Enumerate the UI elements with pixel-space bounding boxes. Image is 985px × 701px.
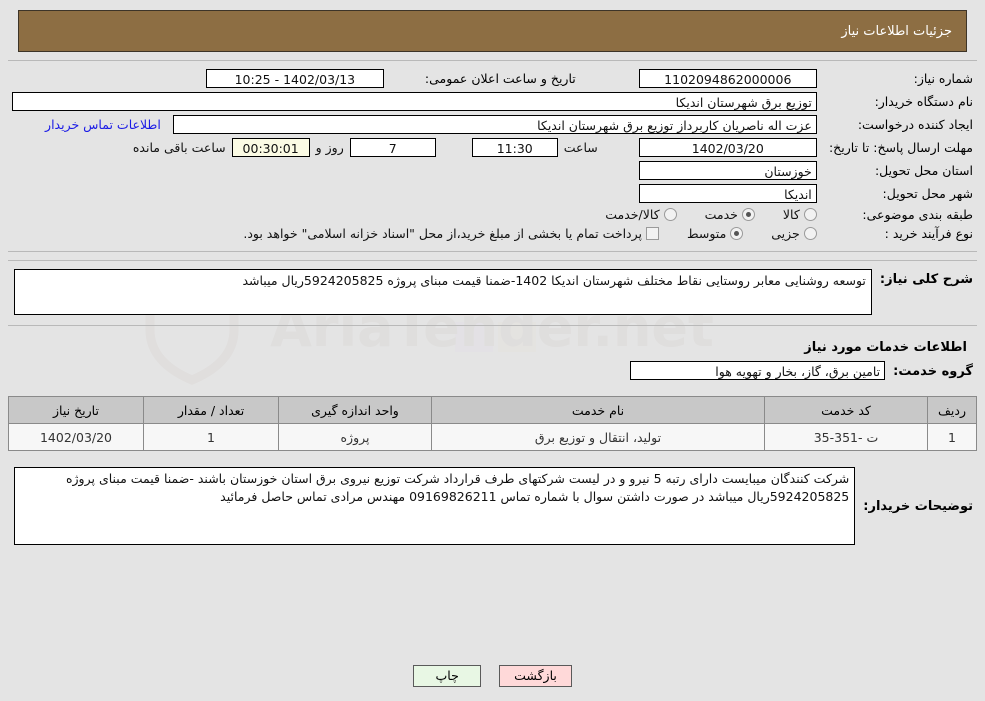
row-requester: ایجاد کننده درخواست: عزت اله ناصریان کار… [8,113,977,136]
row-category: طبقه بندی موضوعی: کالا خدمت کالا/خدمت [8,205,977,224]
category-radio-group: کالا خدمت کالا/خدمت [12,207,817,222]
deadline-label: مهلت ارسال پاسخ: تا تاریخ: [828,139,973,155]
back-button[interactable]: بازگشت [499,665,572,687]
radio-khedmat-icon[interactable] [741,208,755,221]
row-city: شهر محل تحویل: اندیکا [8,182,977,205]
province-value[interactable]: خوزستان [638,161,817,180]
window-titlebar: جزئیات اطلاعات نیاز [18,10,967,52]
category-option-kala-khedmat-label: کالا/خدمت [605,207,660,222]
deadline-countdown-group: ساعت 11:30 7 روز و 00:30:01 ساعت باقی ما… [12,138,598,157]
need-number-value[interactable]: 1102094862000006 [638,69,817,88]
button-bar: بازگشت چاپ [0,665,985,687]
deadline-date-value[interactable]: 1402/03/20 [638,138,817,157]
table-row[interactable]: 1 ت -351-35 تولید، انتقال و توزیع برق پر… [8,423,977,451]
row-service-group: گروه خدمت: تامین برق، گاز، بخار و تهویه … [8,359,977,382]
treasury-checkbox-group[interactable]: پرداخت تمام یا بخشی از مبلغ خرید،از محل … [243,226,659,241]
process-option-motavaset[interactable]: متوسط [687,226,744,241]
radio-kala-khedmat-icon[interactable] [663,208,677,221]
cell-date: 1402/03/20 [8,423,144,451]
category-option-khedmat[interactable]: خدمت [705,207,755,222]
row-buyer-org: نام دستگاه خریدار: توزیع برق شهرستان اند… [8,90,977,113]
page-title: جزئیات اطلاعات نیاز [841,23,952,39]
radio-jozei-icon[interactable] [803,227,817,240]
items-table-header-row: ردیف کد خدمت نام خدمت واحد اندازه گیری ت… [8,396,977,424]
row-need-number: شماره نیاز: 1102094862000006 تاریخ و ساع… [8,67,977,90]
process-option-jozei[interactable]: جزیی [771,226,817,241]
comments-panel: توضیحات خریدار: شرکت کنندگان میبایست دار… [8,459,977,555]
row-description: شرح کلی نیاز: توسعه روشنایی معابر روستای… [8,267,977,317]
hour-value[interactable]: 11:30 [471,138,558,157]
row-deadline: مهلت ارسال پاسخ: تا تاریخ: 1402/03/20 سا… [8,136,977,159]
buyer-org-value[interactable]: توزیع برق شهرستان اندیکا [12,92,817,111]
items-table: ردیف کد خدمت نام خدمت واحد اندازه گیری ت… [8,396,977,451]
city-label: شهر محل تحویل: [882,186,973,201]
service-group-form: گروه خدمت: تامین برق، گاز، بخار و تهویه … [8,359,977,382]
col-row: ردیف [927,396,977,424]
process-option-motavaset-label: متوسط [687,226,727,241]
need-info-form: شماره نیاز: 1102094862000006 تاریخ و ساع… [8,67,977,243]
description-label: شرح کلی نیاز: [879,272,973,287]
radio-motavaset-icon[interactable] [730,227,744,240]
description-panel: شرح کلی نیاز: توسعه روشنایی معابر روستای… [8,260,977,326]
days-remaining-value[interactable]: 7 [349,138,436,157]
buyer-contact-link[interactable]: اطلاعات تماس خریدار [45,117,161,132]
services-heading: اطلاعات خدمات مورد نیاز [804,340,967,355]
need-info-panel: شماره نیاز: 1102094862000006 تاریخ و ساع… [8,60,977,252]
category-option-kala-label: کالا [782,207,800,222]
need-number-label: شماره نیاز: [913,71,973,86]
public-announce-label: تاریخ و ساعت اعلان عمومی: [424,71,576,86]
comments-label: توضیحات خریدار: [863,499,973,514]
cell-name: تولید، انتقال و توزیع برق [431,423,765,451]
city-value[interactable]: اندیکا [638,184,817,203]
service-group-label: گروه خدمت: [893,363,973,379]
description-textarea[interactable]: توسعه روشنایی معابر روستایی نقاط مختلف ش… [14,269,872,315]
category-option-kala-khedmat[interactable]: کالا/خدمت [605,207,677,222]
cell-unit: پروژه [278,423,432,451]
col-quantity: تعداد / مقدار [143,396,279,424]
countdown-label: ساعت باقی مانده [132,140,226,155]
comments-form: توضیحات خریدار: شرکت کنندگان میبایست دار… [8,465,977,547]
cell-quantity: 1 [143,423,279,451]
process-label: نوع فرآیند خرید : [884,226,973,241]
countdown-timer[interactable]: 00:30:01 [231,138,310,157]
col-date: تاریخ نیاز [8,396,144,424]
category-option-khedmat-label: خدمت [704,207,738,222]
radio-kala-icon[interactable] [803,208,817,221]
buyer-org-label: نام دستگاه خریدار: [874,94,973,109]
category-label: طبقه بندی موضوعی: [862,207,973,222]
print-button[interactable]: چاپ [413,665,482,687]
hour-label: ساعت [563,140,598,155]
service-group-value[interactable]: تامین برق، گاز، بخار و تهویه هوا [630,361,886,380]
treasury-checkbox[interactable] [646,227,659,240]
days-label: روز و [315,140,344,155]
col-name: نام خدمت [431,396,765,424]
process-option-jozei-label: جزیی [771,226,800,241]
process-radio-group: جزیی متوسط پرداخت تمام یا بخشی از مبلغ خ… [12,226,817,241]
province-label: استان محل تحویل: [874,163,973,178]
items-table-wrap: ردیف کد خدمت نام خدمت واحد اندازه گیری ت… [0,396,985,451]
treasury-note: پرداخت تمام یا بخشی از مبلغ خرید،از محل … [243,226,642,241]
description-form: شرح کلی نیاز: توسعه روشنایی معابر روستای… [8,267,977,317]
col-unit: واحد اندازه گیری [278,396,432,424]
col-code: کد خدمت [764,396,928,424]
category-option-kala[interactable]: کالا [783,207,817,222]
requester-value[interactable]: عزت اله ناصریان کاربرداز توزیع برق شهرست… [172,115,817,134]
row-province: استان محل تحویل: خوزستان [8,159,977,182]
comments-textarea[interactable]: شرکت کنندگان میبایست دارای رتبه 5 نیرو و… [14,467,856,545]
cell-row: 1 [927,423,977,451]
cell-code: ت -351-35 [764,423,928,451]
row-process-type: نوع فرآیند خرید : جزیی متوسط پرداخت تمام… [8,224,977,243]
public-announce-value[interactable]: 1402/03/13 - 10:25 [205,69,384,88]
services-section: اطلاعات خدمات مورد نیاز گروه خدمت: تامین… [8,334,977,390]
row-comments: توضیحات خریدار: شرکت کنندگان میبایست دار… [8,465,977,547]
requester-label: ایجاد کننده درخواست: [857,117,973,132]
